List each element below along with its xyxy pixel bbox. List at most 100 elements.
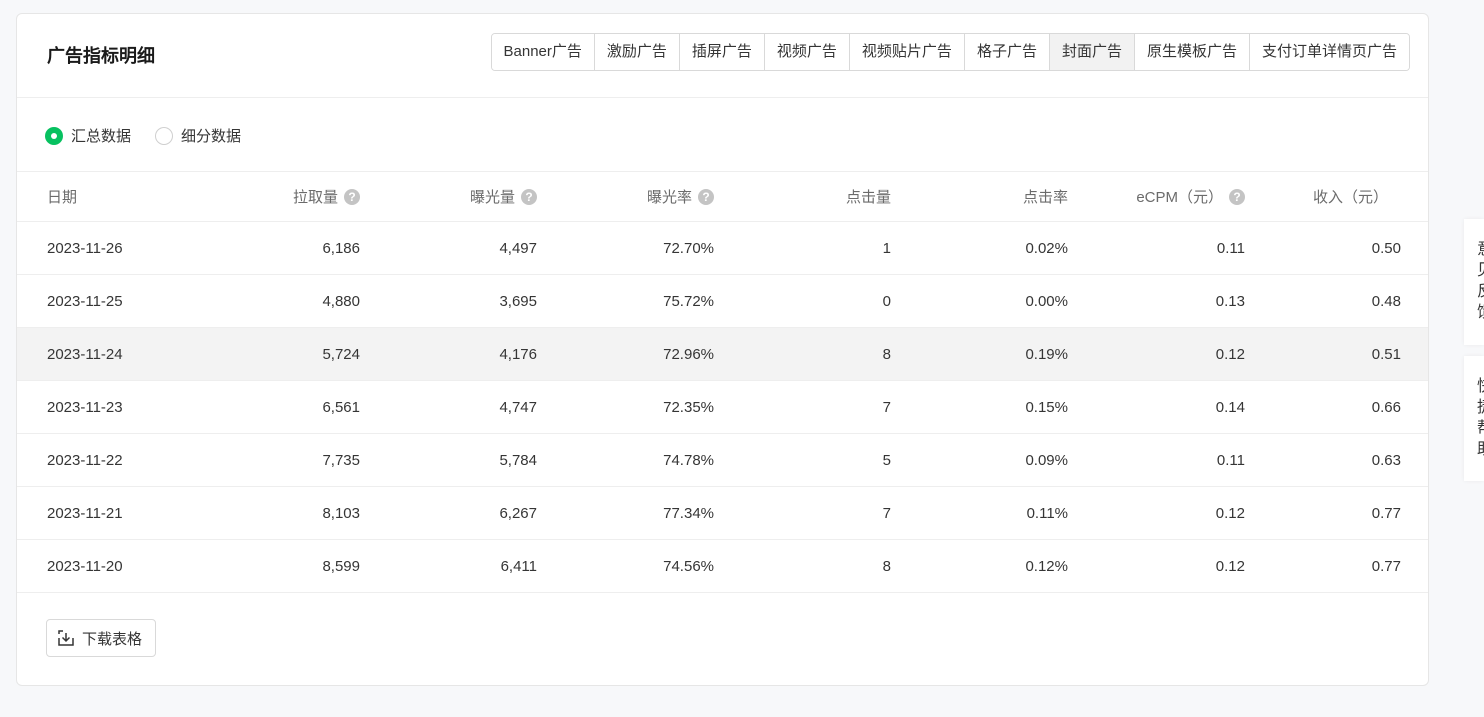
table-cell: 7,735 xyxy=(182,433,360,487)
table-cell: 0.50 xyxy=(1245,221,1428,275)
table-cell: 72.35% xyxy=(537,380,714,434)
radio-unchecked-icon xyxy=(155,126,173,145)
side-panel-text: 帮 xyxy=(1464,418,1484,439)
table-row: 2023-11-23 6,561 4,747 72.35% 7 0.15% 0.14 0.66 xyxy=(17,380,1428,434)
table-cell: 0.12 xyxy=(1068,486,1245,540)
column-header-label: 曝光率 xyxy=(646,189,692,206)
side-panel-text: 意 xyxy=(1464,239,1484,260)
radio-detail-data[interactable]: 细分数据 xyxy=(155,125,241,146)
column-header-5: 点击率 xyxy=(891,172,1068,222)
tab-0[interactable]: Banner广告 xyxy=(491,34,594,70)
tab-8[interactable]: 支付订单详情页广告 xyxy=(1248,34,1409,70)
table-header-row: 日期 拉取量? 曝光量? 曝光率? 点击量 点击率 eCPM（元）? 收入（元） xyxy=(17,172,1428,222)
data-mode-filter: 汇总数据 细分数据 xyxy=(17,98,1428,172)
table-cell: 4,176 xyxy=(360,327,537,381)
metrics-table: 日期 拉取量? 曝光量? 曝光率? 点击量 点击率 eCPM（元）? 收入（元） 2023-1… xyxy=(17,172,1428,593)
table-cell: 72.96% xyxy=(537,327,714,381)
help-icon[interactable]: ? xyxy=(521,189,537,205)
table-cell: 5,784 xyxy=(360,433,537,487)
table-cell: 8,103 xyxy=(182,486,360,540)
column-header-label: 日期 xyxy=(47,189,78,206)
table-cell: 0.02% xyxy=(891,221,1068,275)
table-cell: 0 xyxy=(714,274,891,328)
table-cell: 0.51 xyxy=(1245,327,1428,381)
column-header-label: eCPM（元） xyxy=(1136,189,1223,206)
table-cell: 0.19% xyxy=(891,327,1068,381)
table-cell: 74.78% xyxy=(537,433,714,487)
table-cell: 2023-11-20 xyxy=(17,539,182,593)
table-cell: 0.15% xyxy=(891,380,1068,434)
column-header-label: 点击量 xyxy=(845,189,891,206)
table-cell: 0.00% xyxy=(891,274,1068,328)
help-side-panel[interactable]: 快捷帮助 xyxy=(1464,356,1484,481)
table-cell: 7 xyxy=(714,486,891,540)
table-cell: 4,497 xyxy=(360,221,537,275)
table-cell: 7 xyxy=(714,380,891,434)
table-cell: 8 xyxy=(714,539,891,593)
tab-7[interactable]: 原生模板广告 xyxy=(1133,34,1249,70)
table-cell: 6,411 xyxy=(360,539,537,593)
side-panel-text: 捷 xyxy=(1464,397,1484,418)
tab-2[interactable]: 插屏广告 xyxy=(678,34,764,70)
table-cell: 0.12% xyxy=(891,539,1068,593)
radio-checked-icon xyxy=(45,126,63,145)
radio-summary-data[interactable]: 汇总数据 xyxy=(45,125,131,146)
table-cell: 0.14 xyxy=(1068,380,1245,434)
table-cell: 2023-11-25 xyxy=(17,274,182,328)
table-cell: 72.70% xyxy=(537,221,714,275)
table-cell: 2023-11-22 xyxy=(17,433,182,487)
help-icon[interactable]: ? xyxy=(1229,189,1245,205)
table-row: 2023-11-25 4,880 3,695 75.72% 0 0.00% 0.13 0.48 xyxy=(17,274,1428,328)
table-cell: 3,695 xyxy=(360,274,537,328)
table-cell: 6,561 xyxy=(182,380,360,434)
side-panel-text: 快 xyxy=(1464,376,1484,397)
column-header-0: 日期 xyxy=(17,172,182,222)
radio-label: 细分数据 xyxy=(181,128,242,145)
table-cell: 77.34% xyxy=(537,486,714,540)
column-header-3: 曝光率? xyxy=(537,172,714,222)
tab-5[interactable]: 格子广告 xyxy=(963,34,1049,70)
table-cell: 8 xyxy=(714,327,891,381)
column-header-4: 点击量 xyxy=(714,172,891,222)
ad-metrics-card: 广告指标明细 Banner广告 激励广告 插屏广告 视频广告 视频贴片广告 格子广告 封面广… xyxy=(16,13,1429,686)
table-cell: 0.48 xyxy=(1245,274,1428,328)
table-body: 2023-11-26 6,186 4,497 72.70% 1 0.02% 0.11 0.50… xyxy=(17,221,1428,593)
table-cell: 1 xyxy=(714,221,891,275)
side-panel-text: 馈 xyxy=(1464,302,1484,323)
table-cell: 4,747 xyxy=(360,380,537,434)
feedback-side-panel[interactable]: 意见反馈 xyxy=(1464,219,1484,345)
download-table-button[interactable]: 下载表格 xyxy=(46,619,157,657)
table-cell: 0.12 xyxy=(1068,539,1245,593)
table-cell: 2023-11-23 xyxy=(17,380,182,434)
table-cell: 75.72% xyxy=(537,274,714,328)
column-header-label: 拉取量 xyxy=(292,189,338,206)
help-icon[interactable]: ? xyxy=(344,189,360,205)
table-cell: 4,880 xyxy=(182,274,360,328)
table-row: 2023-11-24 5,724 4,176 72.96% 8 0.19% 0.12 0.51 xyxy=(17,327,1428,381)
table-row: 2023-11-20 8,599 6,411 74.56% 8 0.12% 0.12 0.77 xyxy=(17,539,1428,593)
card-header: 广告指标明细 Banner广告 激励广告 插屏广告 视频广告 视频贴片广告 格子广告 封面广… xyxy=(17,14,1428,98)
column-header-label: 点击率 xyxy=(1022,189,1068,206)
table-cell: 6,267 xyxy=(360,486,537,540)
table-row: 2023-11-22 7,735 5,784 74.78% 5 0.09% 0.11 0.63 xyxy=(17,433,1428,487)
download-label: 下载表格 xyxy=(82,630,143,648)
table-cell: 2023-11-21 xyxy=(17,486,182,540)
tab-6[interactable]: 封面广告 xyxy=(1048,34,1134,70)
tab-4[interactable]: 视频贴片广告 xyxy=(848,34,964,70)
column-header-1: 拉取量? xyxy=(182,172,360,222)
column-header-2: 曝光量? xyxy=(360,172,537,222)
table-cell: 5 xyxy=(714,433,891,487)
table-cell: 0.77 xyxy=(1245,539,1428,593)
download-icon xyxy=(58,630,74,646)
column-header-label: 曝光量 xyxy=(469,189,515,206)
table-cell: 0.12 xyxy=(1068,327,1245,381)
help-icon[interactable]: ? xyxy=(698,189,714,205)
table-cell: 0.63 xyxy=(1245,433,1428,487)
column-header-6: eCPM（元）? xyxy=(1068,172,1245,222)
column-header-7: 收入（元） xyxy=(1245,172,1428,222)
table-cell: 0.13 xyxy=(1068,274,1245,328)
tab-3[interactable]: 视频广告 xyxy=(763,34,849,70)
side-panel-text: 反 xyxy=(1464,281,1484,302)
tab-1[interactable]: 激励广告 xyxy=(593,34,679,70)
table-cell: 2023-11-26 xyxy=(17,221,182,275)
